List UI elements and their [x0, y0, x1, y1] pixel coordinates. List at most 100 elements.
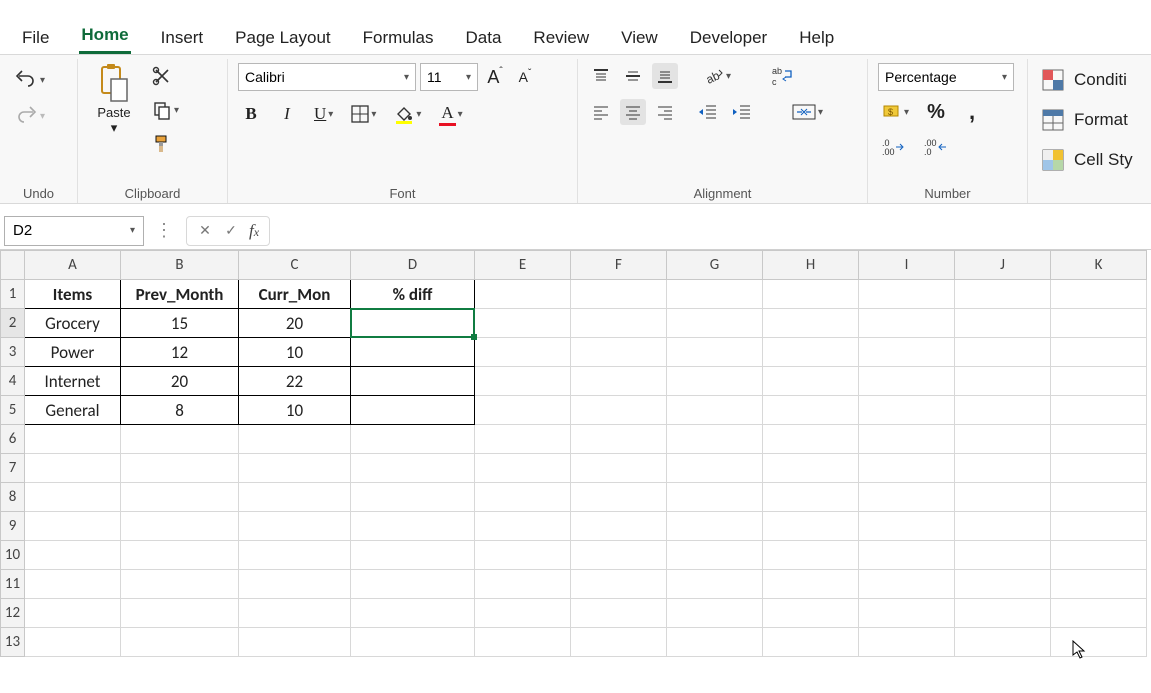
cell[interactable]	[955, 512, 1051, 541]
decrease-decimal-button[interactable]: .00.0	[920, 133, 952, 159]
cell[interactable]	[25, 454, 121, 483]
column-header[interactable]: B	[121, 251, 239, 280]
cell[interactable]	[955, 570, 1051, 599]
menu-view[interactable]: View	[619, 22, 660, 54]
fx-icon[interactable]: fx	[245, 221, 263, 241]
row-header[interactable]: 13	[1, 628, 25, 657]
grow-font-button[interactable]: Aˆ	[482, 64, 508, 90]
cell[interactable]	[1051, 454, 1147, 483]
column-header[interactable]: J	[955, 251, 1051, 280]
cell[interactable]	[239, 454, 351, 483]
cell[interactable]	[763, 367, 859, 396]
shrink-font-button[interactable]: Aˇ	[512, 64, 538, 90]
cell[interactable]: 22	[239, 367, 351, 396]
cell[interactable]: 10	[239, 338, 351, 367]
column-header[interactable]: A	[25, 251, 121, 280]
cell[interactable]	[351, 541, 475, 570]
cell[interactable]	[859, 570, 955, 599]
accounting-format-button[interactable]: $▾	[878, 99, 913, 125]
format-painter-button[interactable]	[148, 131, 176, 157]
cell[interactable]	[1051, 425, 1147, 454]
cell[interactable]	[25, 599, 121, 628]
cell[interactable]	[475, 541, 571, 570]
underline-button[interactable]: U▾	[310, 101, 337, 127]
align-right-button[interactable]	[652, 99, 678, 125]
cell[interactable]	[1051, 367, 1147, 396]
cell[interactable]	[239, 570, 351, 599]
cell[interactable]	[955, 599, 1051, 628]
cell[interactable]	[763, 570, 859, 599]
cell[interactable]	[859, 512, 955, 541]
enter-formula-button[interactable]: ✓	[219, 219, 243, 243]
cell[interactable]	[763, 396, 859, 425]
cell[interactable]: Internet	[25, 367, 121, 396]
italic-button[interactable]: I	[274, 101, 300, 127]
cell[interactable]	[763, 541, 859, 570]
cell[interactable]	[475, 483, 571, 512]
cell[interactable]: 8	[121, 396, 239, 425]
cell[interactable]	[667, 512, 763, 541]
cell[interactable]: Power	[25, 338, 121, 367]
cell[interactable]	[859, 280, 955, 309]
spreadsheet-grid[interactable]: A B C D E F G H I J K 1 Items Prev_Month…	[0, 250, 1151, 693]
cell[interactable]	[859, 541, 955, 570]
cell[interactable]	[763, 338, 859, 367]
cell[interactable]: 20	[121, 367, 239, 396]
cell[interactable]	[351, 483, 475, 512]
column-header[interactable]: H	[763, 251, 859, 280]
cell[interactable]	[859, 628, 955, 657]
cell[interactable]	[351, 338, 475, 367]
cell[interactable]	[475, 309, 571, 338]
cell[interactable]	[1051, 628, 1147, 657]
paste-button[interactable]: Paste ▾	[88, 63, 140, 136]
orientation-button[interactable]: ab▾	[700, 63, 735, 89]
cell[interactable]	[763, 454, 859, 483]
cell[interactable]	[351, 570, 475, 599]
cell[interactable]	[351, 367, 475, 396]
undo-button[interactable]: ▾	[10, 67, 49, 93]
number-format-combo[interactable]: ▾	[878, 63, 1014, 91]
cell[interactable]	[571, 280, 667, 309]
select-all-corner[interactable]	[1, 251, 25, 280]
cell[interactable]	[1051, 541, 1147, 570]
chevron-down-icon[interactable]: ▾	[398, 72, 415, 83]
row-header[interactable]: 6	[1, 425, 25, 454]
row-header[interactable]: 2	[1, 309, 25, 338]
increase-indent-button[interactable]	[728, 99, 756, 125]
font-size-combo[interactable]: ▾	[420, 63, 478, 91]
row-header[interactable]: 8	[1, 483, 25, 512]
cell[interactable]	[667, 396, 763, 425]
cell[interactable]	[955, 628, 1051, 657]
cell[interactable]	[859, 599, 955, 628]
fill-color-button[interactable]: ▾	[390, 101, 425, 127]
cell[interactable]	[239, 512, 351, 541]
row-header[interactable]: 5	[1, 396, 25, 425]
cell[interactable]	[667, 599, 763, 628]
cell[interactable]	[571, 309, 667, 338]
chevron-down-icon[interactable]: ▾	[996, 72, 1013, 83]
cell[interactable]	[571, 541, 667, 570]
cell[interactable]	[351, 628, 475, 657]
comma-style-button[interactable]: ,	[959, 99, 985, 125]
cell[interactable]	[25, 628, 121, 657]
cell[interactable]	[239, 599, 351, 628]
menu-page-layout[interactable]: Page Layout	[233, 22, 332, 54]
cell[interactable]	[351, 454, 475, 483]
cell[interactable]	[475, 396, 571, 425]
cell[interactable]	[763, 483, 859, 512]
cell[interactable]	[571, 425, 667, 454]
font-color-button[interactable]: A ▾	[435, 101, 466, 127]
cell[interactable]	[667, 425, 763, 454]
cell[interactable]	[1051, 512, 1147, 541]
cell[interactable]	[475, 570, 571, 599]
row-header[interactable]: 3	[1, 338, 25, 367]
cell[interactable]	[121, 512, 239, 541]
row-header[interactable]: 9	[1, 512, 25, 541]
align-center-button[interactable]	[620, 99, 646, 125]
cell[interactable]	[763, 628, 859, 657]
cell[interactable]	[667, 483, 763, 512]
cell[interactable]	[571, 454, 667, 483]
column-header[interactable]: C	[239, 251, 351, 280]
cell[interactable]	[667, 628, 763, 657]
cell[interactable]	[859, 454, 955, 483]
